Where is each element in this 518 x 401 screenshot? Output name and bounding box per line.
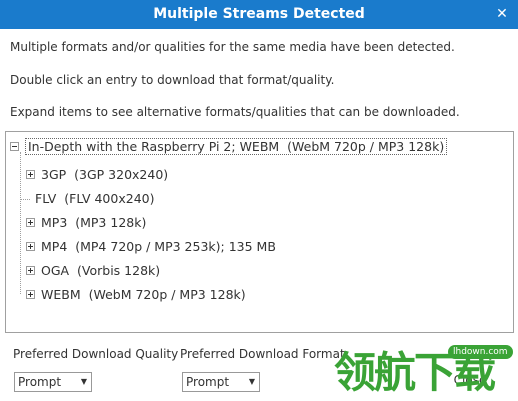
tree-item-detail: (MP4 720p / MP3 253k); 135 MB	[75, 239, 276, 254]
tree-root-label: In-Depth with the Raspberry Pi 2; WEBM	[28, 139, 280, 154]
watermark-logo: 领航下载 lhdown.com	[334, 345, 518, 401]
format-select-value: Prompt	[186, 375, 230, 389]
info-message-2: Double click an entry to download that f…	[10, 73, 335, 87]
tree-item-detail: (WebM 720p / MP3 128k)	[88, 287, 246, 302]
expand-icon[interactable]	[26, 242, 35, 251]
tree-item-label: WEBM	[41, 287, 81, 302]
tree-root-item[interactable]: In-Depth with the Raspberry Pi 2; WEBM (…	[10, 137, 448, 157]
tree-item-label: OGA	[41, 263, 70, 278]
quality-label: Preferred Download Quality	[13, 347, 179, 361]
tree-item-mp3[interactable]: MP3 (MP3 128k)	[26, 213, 146, 233]
expand-icon[interactable]	[26, 290, 35, 299]
tree-item-detail: (MP3 128k)	[75, 215, 147, 230]
info-message-3: Expand items to see alternative formats/…	[10, 105, 460, 119]
tree-item-oga[interactable]: OGA (Vorbis 128k)	[26, 261, 160, 281]
format-label: Preferred Download Format	[180, 347, 345, 361]
tree-item-label: FLV	[35, 191, 57, 206]
tree-item-detail: (3GP 320x240)	[74, 167, 169, 182]
expand-icon[interactable]	[26, 266, 35, 275]
tree-item-label: MP4	[41, 239, 68, 254]
tree-item-3gp[interactable]: 3GP (3GP 320x240)	[26, 165, 168, 185]
close-icon[interactable]: ✕	[492, 4, 512, 24]
chevron-down-icon: ▼	[248, 377, 255, 386]
watermark-site: lhdown.com	[448, 345, 513, 359]
tree-connector	[20, 199, 30, 200]
info-message-1: Multiple formats and/or qualities for th…	[10, 40, 455, 54]
window-title: Multiple Streams Detected	[153, 6, 365, 22]
format-select[interactable]: Prompt ▼	[182, 372, 260, 392]
tree-item-mp4[interactable]: MP4 (MP4 720p / MP3 253k); 135 MB	[26, 237, 276, 257]
tree-item-label: 3GP	[41, 167, 67, 182]
tree-root-detail: (WebM 720p / MP3 128k)	[287, 139, 445, 154]
tree-item-flv[interactable]: FLV (FLV 400x240)	[20, 189, 154, 209]
quality-select-value: Prompt	[18, 375, 62, 389]
tree-item-label: MP3	[41, 215, 68, 230]
tree-item-detail: (Vorbis 128k)	[77, 263, 161, 278]
chevron-down-icon: ▼	[80, 377, 87, 386]
collapse-icon[interactable]	[10, 142, 19, 151]
stream-tree[interactable]: In-Depth with the Raspberry Pi 2; WEBM (…	[5, 131, 514, 333]
quality-select[interactable]: Prompt ▼	[14, 372, 92, 392]
expand-icon[interactable]	[26, 218, 35, 227]
tree-item-webm[interactable]: WEBM (WebM 720p / MP3 128k)	[26, 285, 246, 305]
tree-item-detail: (FLV 400x240)	[64, 191, 155, 206]
title-bar: Multiple Streams Detected ✕	[0, 0, 518, 29]
expand-icon[interactable]	[26, 170, 35, 179]
tree-guide-line	[20, 152, 21, 294]
